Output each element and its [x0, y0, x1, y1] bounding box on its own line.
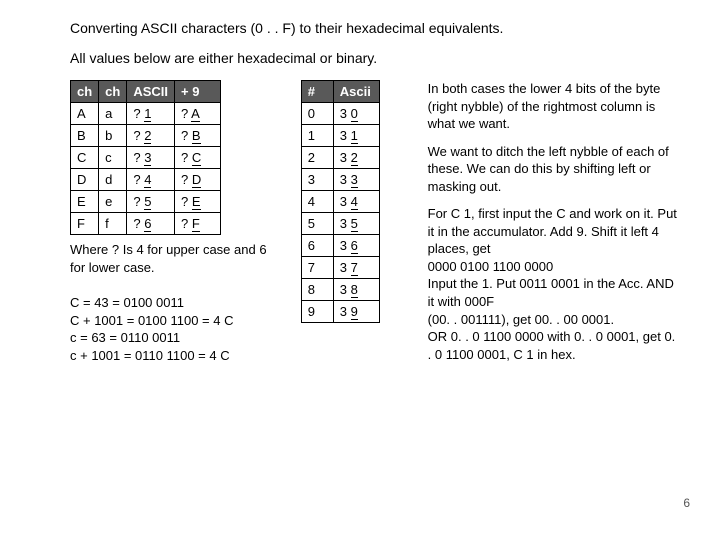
- calc-line: C + 1001 = 0100 1100 = 4 C: [70, 312, 283, 330]
- calc-block: C = 43 = 0100 0011 C + 1001 = 0100 1100 …: [70, 294, 283, 364]
- page-subtitle: All values below are either hexadecimal …: [70, 50, 680, 66]
- page-number: 6: [683, 496, 690, 510]
- th-hash: #: [301, 81, 333, 103]
- table-row: Dd? 4? D: [71, 169, 221, 191]
- table-row: 33 3: [301, 169, 379, 191]
- table-row: 23 2: [301, 147, 379, 169]
- table-row: Cc? 3? C: [71, 147, 221, 169]
- table-header-row: ch ch ASCII + 9: [71, 81, 221, 103]
- calc-line: c = 63 = 0110 0011: [70, 329, 283, 347]
- table-row: 93 9: [301, 301, 379, 323]
- left-column: ch ch ASCII + 9 Aa? 1? A Bb? 2? B Cc? 3?…: [70, 80, 283, 364]
- table-header-row: # Ascii: [301, 81, 379, 103]
- table-row: 63 6: [301, 235, 379, 257]
- table-row: Bb? 2? B: [71, 125, 221, 147]
- th-ch-lower: ch: [99, 81, 127, 103]
- table-row: Aa? 1? A: [71, 103, 221, 125]
- middle-column: # Ascii 03 0 13 1 23 2 33 3 43 4 53 5 63…: [301, 80, 410, 323]
- paragraph: For C 1, first input the C and work on i…: [428, 205, 680, 258]
- table-row: 83 8: [301, 279, 379, 301]
- th-ch-upper: ch: [71, 81, 99, 103]
- calc-line: C = 43 = 0100 0011: [70, 294, 283, 312]
- table-row: 13 1: [301, 125, 379, 147]
- table-row: 43 4: [301, 191, 379, 213]
- table-row: 53 5: [301, 213, 379, 235]
- calc-line: c + 1001 = 0110 1100 = 4 C: [70, 347, 283, 365]
- left-caption: Where ? Is 4 for upper case and 6 for lo…: [70, 241, 283, 276]
- paragraph: OR 0. . 0 1100 0000 with 0. . 0 0001, ge…: [428, 328, 680, 363]
- page-title: Converting ASCII characters (0 . . F) to…: [70, 20, 680, 36]
- th-ascii: Ascii: [333, 81, 379, 103]
- table-row: 73 7: [301, 257, 379, 279]
- th-ascii: ASCII: [127, 81, 175, 103]
- paragraph: In both cases the lower 4 bits of the by…: [428, 80, 680, 133]
- table-row: 03 0: [301, 103, 379, 125]
- table-row: Ff? 6? F: [71, 213, 221, 235]
- right-column: In both cases the lower 4 bits of the by…: [428, 80, 680, 373]
- digit-ascii-table: # Ascii 03 0 13 1 23 2 33 3 43 4 53 5 63…: [301, 80, 380, 323]
- paragraph: We want to ditch the left nybble of each…: [428, 143, 680, 196]
- paragraph: (00. . 001111), get 00. . 00 0001.: [428, 311, 680, 329]
- table-row: Ee? 5? E: [71, 191, 221, 213]
- paragraph: 0000 0100 1100 0000: [428, 258, 680, 276]
- paragraph: Input the 1. Put 0011 0001 in the Acc. A…: [428, 275, 680, 310]
- ascii-hex-table: ch ch ASCII + 9 Aa? 1? A Bb? 2? B Cc? 3?…: [70, 80, 221, 235]
- th-plus9: + 9: [175, 81, 221, 103]
